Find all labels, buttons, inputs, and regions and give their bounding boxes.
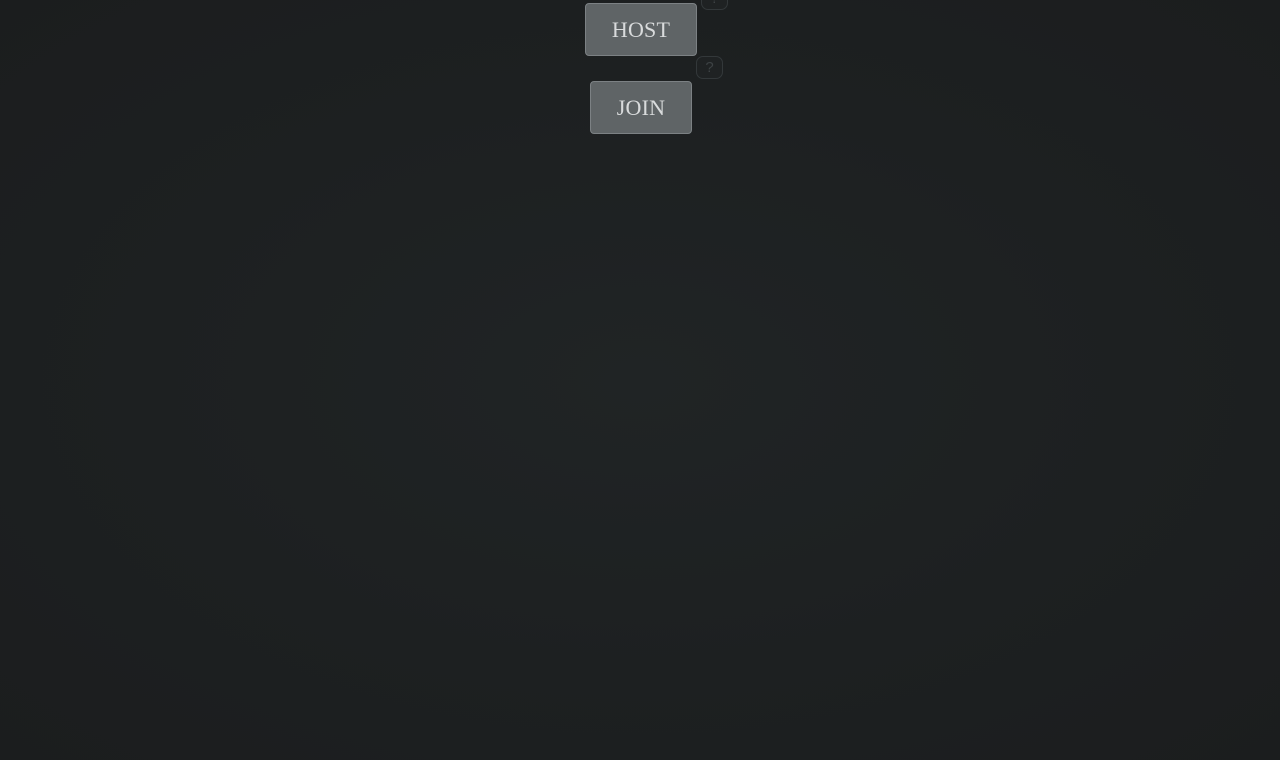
host-button-label: HOST [611,16,671,42]
join-button[interactable]: JOIN [590,81,692,134]
join-help-button[interactable]: ? [696,56,723,79]
question-mark-icon: ? [705,59,714,76]
host-help-button[interactable]: ? [701,0,728,10]
host-button[interactable]: HOST [585,3,697,56]
join-button-label: JOIN [616,94,666,120]
question-mark-icon: ? [710,0,718,7]
